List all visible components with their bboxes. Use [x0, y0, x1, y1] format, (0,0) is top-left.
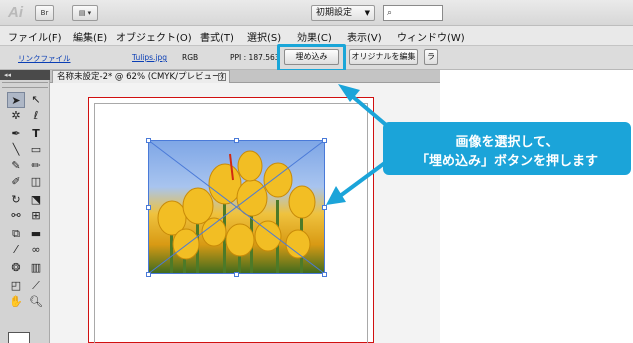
callout-line-1: 画像を選択して、 — [455, 134, 559, 149]
callout-line-2: 「埋め込み」ボタンを押します — [415, 153, 598, 168]
instruction-callout: 画像を選択して、 「埋め込み」ボタンを押します — [383, 122, 631, 175]
